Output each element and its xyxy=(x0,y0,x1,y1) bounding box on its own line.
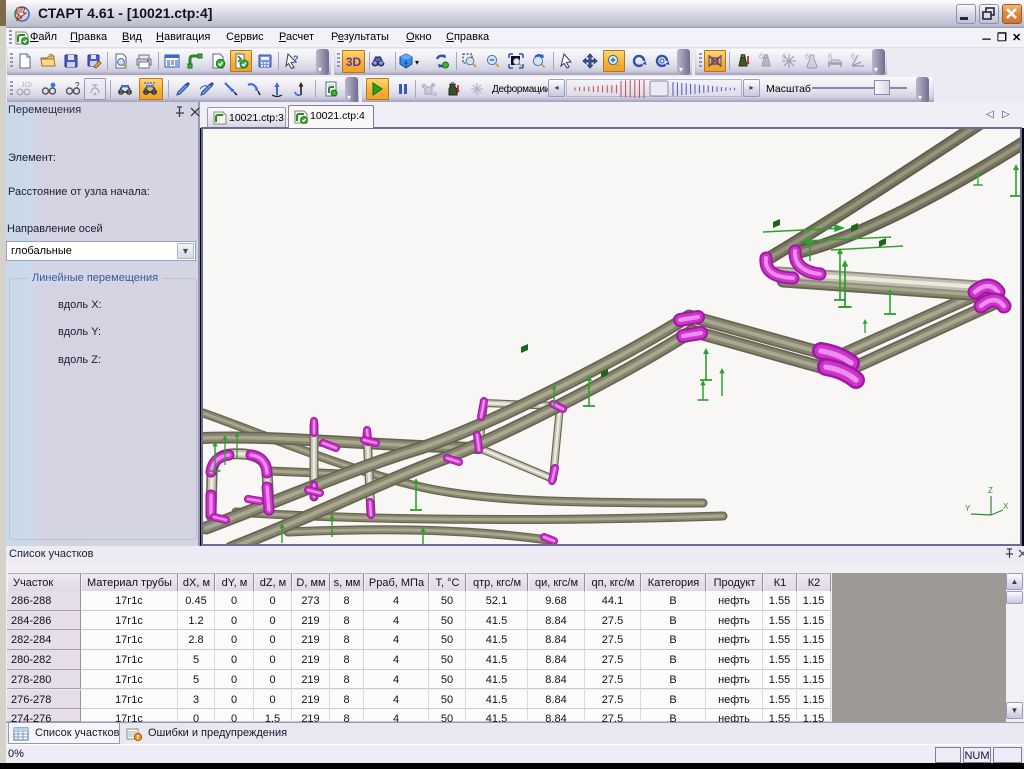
svg-text:X: X xyxy=(1003,502,1009,511)
svg-text:б: б xyxy=(782,53,786,61)
svg-text:б: б xyxy=(805,53,809,61)
svg-text:б: б xyxy=(851,53,855,61)
svg-text:Z: Z xyxy=(988,486,993,495)
svg-text:б: б xyxy=(759,53,763,61)
svg-text:JOI: JOI xyxy=(21,82,32,89)
svg-text:a: a xyxy=(433,91,437,97)
svg-text:б: б xyxy=(828,53,832,61)
svg-text:Y: Y xyxy=(965,504,971,513)
svg-text:?: ? xyxy=(75,81,80,90)
svg-text:?: ? xyxy=(293,54,299,64)
